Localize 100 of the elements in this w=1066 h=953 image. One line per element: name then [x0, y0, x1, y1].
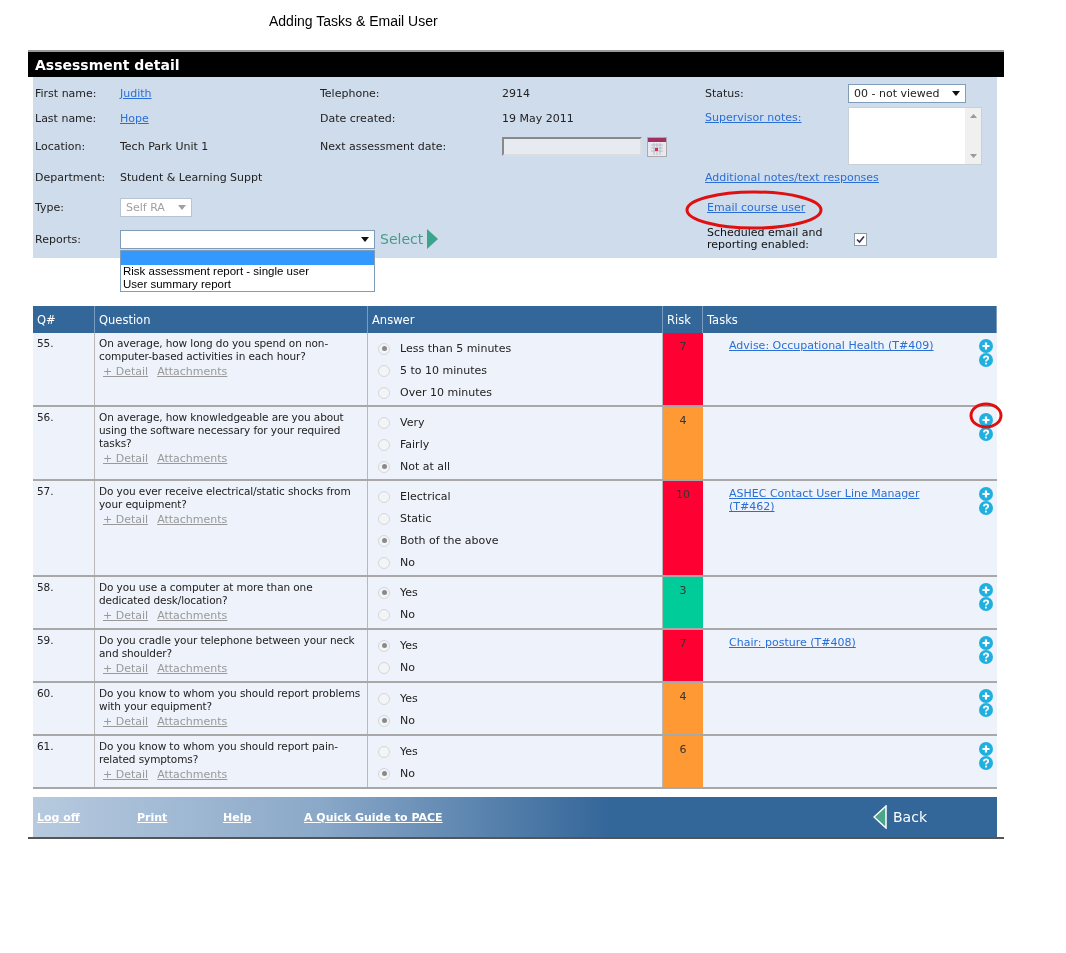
- additional-notes-link[interactable]: Additional notes/text responses: [705, 171, 879, 184]
- attachments-link[interactable]: Attachments: [157, 662, 228, 675]
- footer-link[interactable]: Log off: [37, 810, 137, 824]
- help-icon[interactable]: [979, 650, 993, 664]
- back-arrow-icon: [873, 805, 887, 829]
- help-icon[interactable]: [979, 597, 993, 611]
- risk-score: 7: [663, 333, 703, 405]
- radio-button[interactable]: [378, 661, 390, 674]
- field-label: First name:: [35, 86, 97, 100]
- attachments-link[interactable]: Attachments: [157, 768, 228, 781]
- scrollbar[interactable]: [965, 108, 981, 164]
- radio-button[interactable]: [378, 512, 390, 525]
- radio-button[interactable]: [378, 460, 390, 473]
- add-task-icon[interactable]: [979, 636, 993, 650]
- field-label: Date created:: [320, 111, 396, 125]
- scroll-down-icon[interactable]: [969, 154, 977, 158]
- select-button[interactable]: Select: [380, 229, 439, 249]
- radio-button[interactable]: [378, 342, 390, 355]
- add-task-icon[interactable]: [979, 413, 993, 427]
- column-header: Tasks: [703, 306, 997, 333]
- add-task-icon[interactable]: [979, 487, 993, 501]
- task-link[interactable]: Advise: Occupational Health (T#409): [729, 339, 944, 352]
- footer-link[interactable]: Help: [223, 810, 304, 824]
- page-caption: Adding Tasks & Email User: [268, 12, 439, 31]
- supervisor-notes-field[interactable]: [848, 107, 982, 165]
- answer-label: Yes: [400, 745, 418, 758]
- question-text: Do you know to whom you should report problems with your equipment?: [99, 687, 362, 713]
- column-header: Answer: [368, 306, 663, 333]
- scroll-up-icon[interactable]: [969, 114, 977, 118]
- field-label: Location:: [35, 140, 86, 153]
- detail-link[interactable]: + Detail: [103, 609, 149, 622]
- task-link[interactable]: ASHEC Contact User Line Manager (T#462): [729, 487, 944, 513]
- status-select[interactable]: 00 - not viewed: [848, 83, 966, 103]
- help-icon[interactable]: [979, 501, 993, 515]
- radio-button[interactable]: [378, 364, 390, 377]
- radio-button[interactable]: [378, 714, 390, 727]
- last-name-link[interactable]: Hope: [120, 111, 149, 125]
- field-value: Student & Learning Suppt: [120, 171, 263, 184]
- caret-icon: [952, 90, 960, 96]
- back-button[interactable]: Back: [867, 804, 933, 830]
- radio-button[interactable]: [378, 745, 390, 758]
- calendar-icon[interactable]: [647, 136, 667, 157]
- question-text: Do you cradle your telephone between your neck and shoulder?: [99, 634, 356, 660]
- detail-link[interactable]: + Detail: [103, 452, 149, 465]
- add-task-icon[interactable]: [979, 689, 993, 703]
- help-icon[interactable]: [979, 353, 993, 367]
- field-label: Scheduled email and reporting enabled:: [707, 227, 824, 251]
- question-text: On average, how knowledgeable are you about using the software necessary for your required tasks?: [99, 411, 345, 450]
- help-icon[interactable]: [979, 703, 993, 717]
- risk-score: 6: [663, 736, 703, 787]
- detail-link[interactable]: + Detail: [103, 365, 149, 378]
- answer-label: Yes: [400, 639, 418, 652]
- add-task-icon[interactable]: [979, 339, 993, 353]
- attachments-link[interactable]: Attachments: [157, 513, 228, 526]
- question-text: Do you ever receive electrical/static shocks from your equipment?: [99, 485, 352, 511]
- radio-button[interactable]: [378, 438, 390, 451]
- attachments-link[interactable]: Attachments: [157, 715, 228, 728]
- detail-link[interactable]: + Detail: [103, 662, 149, 675]
- add-task-icon[interactable]: [979, 583, 993, 597]
- help-icon[interactable]: [979, 427, 993, 441]
- field-label: Department:: [35, 171, 106, 184]
- answer-label: Fairly: [400, 438, 430, 451]
- answer-label: Yes: [400, 692, 418, 705]
- detail-link[interactable]: + Detail: [103, 715, 149, 728]
- task-link[interactable]: Chair: posture (T#408): [729, 636, 944, 649]
- risk-score: 4: [663, 683, 703, 734]
- reports-select[interactable]: [120, 229, 375, 249]
- answer-label: No: [400, 767, 415, 780]
- radio-button[interactable]: [378, 639, 390, 652]
- column-header: Risk: [663, 306, 703, 333]
- detail-link[interactable]: + Detail: [103, 768, 149, 781]
- first-name-link[interactable]: Judith: [120, 86, 152, 100]
- radio-button[interactable]: [378, 608, 390, 621]
- help-icon[interactable]: [979, 756, 993, 770]
- column-header: Question: [95, 306, 368, 333]
- radio-button[interactable]: [378, 586, 390, 599]
- attachments-link[interactable]: Attachments: [157, 452, 228, 465]
- radio-button[interactable]: [378, 556, 390, 569]
- radio-button[interactable]: [378, 534, 390, 547]
- checkbox[interactable]: [854, 232, 867, 246]
- answer-label: Not at all: [400, 460, 451, 473]
- attachments-link[interactable]: Attachments: [157, 365, 228, 378]
- radio-button[interactable]: [378, 692, 390, 705]
- footer-link[interactable]: Print: [137, 810, 223, 824]
- radio-button[interactable]: [378, 767, 390, 780]
- field-value: 2914: [502, 86, 530, 100]
- risk-score: 3: [663, 577, 703, 628]
- radio-button[interactable]: [378, 386, 390, 399]
- radio-button[interactable]: [378, 416, 390, 429]
- radio-button[interactable]: [378, 490, 390, 503]
- footer-link[interactable]: A Quick Guide to PACE: [304, 810, 504, 824]
- attachments-link[interactable]: Attachments: [157, 609, 228, 622]
- question-text: On average, how long do you spend on non-computer-based activities in each hour?: [99, 337, 330, 363]
- detail-link[interactable]: + Detail: [103, 513, 149, 526]
- field-label: Next assessment date:: [320, 140, 447, 153]
- supervisor-notes-link[interactable]: Supervisor notes:: [705, 111, 802, 124]
- add-task-icon[interactable]: [979, 742, 993, 756]
- answer-label: Over 10 minutes: [400, 386, 492, 399]
- question-number: 56.: [37, 411, 55, 424]
- column-header: Q#: [33, 306, 95, 333]
